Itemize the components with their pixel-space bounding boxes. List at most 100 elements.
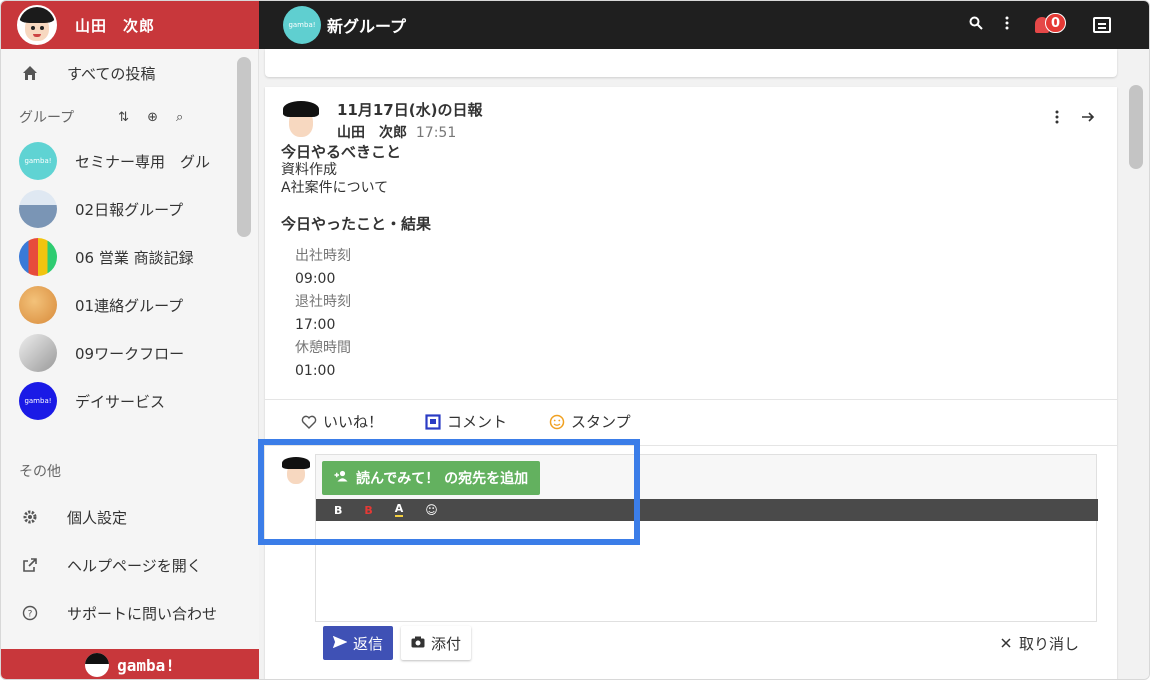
group-label: セミナー専用 グル — [75, 152, 211, 171]
notification-button[interactable]: 0 — [1031, 13, 1071, 37]
todo-line: A社案件について — [281, 180, 389, 196]
sidebar-group-item[interactable]: gamba! セミナー専用 グル — [1, 137, 259, 185]
group-label: 01連絡グループ — [75, 296, 184, 315]
sidebar-scroll-area: すべての投稿 グループ ⇅ ⊕ ⌕ gamba! セミナー専用 グル 02日報グ… — [1, 49, 259, 449]
group-title: 新グループ — [327, 17, 407, 36]
stamp-label: スタンプ — [571, 413, 631, 431]
done-heading: 今日やったこと・結果 — [281, 215, 432, 233]
reaction-bar: いいね！ コメント スタンプ — [265, 399, 1117, 443]
cancel-reply-button[interactable]: 取り消し — [1001, 626, 1079, 660]
group-icon: gamba! — [19, 142, 57, 180]
highlight-button[interactable]: A — [394, 503, 404, 517]
reply-editor: 読んでみて！ の宛先を追加 B B A ☺ — [315, 454, 1098, 622]
sidebar-footer-brand: gamba! — [1, 649, 259, 679]
stamp-button[interactable]: スタンプ — [549, 411, 631, 432]
attach-label: 添付 — [431, 634, 462, 653]
external-link-icon — [19, 554, 41, 576]
post-card: 11月17日(水)の日報 山田 次郎 17:51 今日やるべきこと 資料作成 A… — [265, 87, 1117, 679]
help-circle-icon: ? — [19, 602, 41, 624]
search-icon[interactable] — [969, 16, 983, 34]
sidebar-item-help-page[interactable]: ヘルプページを開く — [1, 541, 259, 589]
field-label: 出社時刻 — [295, 248, 351, 264]
post-author-avatar[interactable] — [281, 99, 321, 139]
post-menu-icon[interactable] — [1055, 109, 1059, 128]
post-author-name: 山田 次郎 — [337, 125, 407, 141]
add-group-icon[interactable]: ⊕ — [147, 110, 158, 125]
send-reply-button[interactable]: 返信 — [323, 626, 394, 660]
reply-area: 読んでみて！ の宛先を追加 B B A ☺ 返信 添付 取り消し — [265, 445, 1117, 679]
other-section: その他 個人設定 ヘルプページを開く ? サポートに問い合わせ — [1, 449, 259, 649]
group-label: 02日報グループ — [75, 200, 184, 219]
groups-section-header: グループ ⇅ ⊕ ⌕ — [1, 97, 259, 137]
sidebar-item-all-posts[interactable]: すべての投稿 — [1, 49, 259, 97]
attach-button[interactable]: 添付 — [401, 626, 472, 660]
user-name: 山田 次郎 — [75, 16, 156, 35]
field-label: 休憩時間 — [295, 340, 351, 356]
smiley-icon — [549, 414, 565, 430]
format-toolbar: B B A ☺ — [316, 499, 1098, 521]
top-bar: gamba! 新グループ 0 — [259, 1, 1149, 49]
main-scrollbar[interactable] — [1129, 85, 1143, 169]
sidebar-item-label: すべての投稿 — [67, 64, 156, 83]
group-icon — [19, 190, 57, 228]
more-vertical-icon[interactable] — [1005, 16, 1009, 34]
heart-icon — [301, 414, 317, 430]
comment-icon — [425, 413, 441, 430]
post-title: 11月17日(水)の日報 — [337, 101, 483, 119]
reply-user-avatar — [281, 456, 311, 486]
group-icon — [19, 286, 57, 324]
comment-label: コメント — [447, 413, 508, 431]
search-group-icon[interactable]: ⌕ — [176, 110, 183, 125]
sidebar-group-item[interactable]: 09ワークフロー — [1, 329, 259, 377]
post-author: 山田 次郎 17:51 — [337, 122, 482, 142]
bold-button[interactable]: B — [334, 504, 342, 517]
sidebar-scrollbar[interactable] — [237, 57, 251, 237]
emoji-button[interactable]: ☺ — [425, 503, 438, 517]
close-icon — [1001, 634, 1011, 652]
post-time: 17:51 — [415, 125, 457, 141]
person-add-icon — [334, 470, 348, 486]
group-label: 06 営業 商談記録 — [75, 248, 194, 267]
sidebar-item-personal-settings[interactable]: 個人設定 — [1, 493, 259, 541]
reply-input[interactable] — [316, 521, 1096, 621]
sort-icon[interactable]: ⇅ — [118, 110, 129, 125]
svg-text:?: ? — [28, 610, 33, 620]
add-destination-button[interactable]: 読んでみて！ の宛先を追加 — [322, 461, 541, 495]
chat-icon[interactable] — [1093, 17, 1111, 33]
notification-badge: 0 — [1045, 13, 1067, 33]
comment-button[interactable]: コメント — [425, 411, 507, 432]
gear-icon — [19, 506, 41, 528]
sidebar: 山田 次郎 すべての投稿 グループ ⇅ ⊕ ⌕ gamba! セミナー専用 グル — [1, 1, 259, 679]
field-value: 09:00 — [295, 271, 336, 287]
field-value: 01:00 — [295, 363, 336, 379]
home-icon — [19, 62, 41, 84]
cancel-label: 取り消し — [1018, 634, 1079, 653]
sidebar-item-support[interactable]: ? サポートに問い合わせ — [1, 589, 259, 637]
group-label: デイサービス — [75, 392, 166, 411]
group-icon — [19, 238, 57, 276]
sidebar-item-label: ヘルプページを開く — [67, 556, 202, 575]
user-avatar — [17, 5, 57, 45]
previous-post-card — [265, 49, 1117, 77]
sidebar-group-item[interactable]: 01連絡グループ — [1, 281, 259, 329]
group-icon — [19, 334, 57, 372]
add-destination-label: 読んでみて！ の宛先を追加 — [356, 471, 529, 487]
post-body: 今日やるべきこと 資料作成 A社案件について 今日やったこと・結果 出社時刻 0… — [281, 143, 1081, 383]
sidebar-group-item[interactable]: gamba! デイサービス — [1, 377, 259, 425]
arrow-right-icon[interactable] — [1081, 109, 1095, 128]
sidebar-user-header[interactable]: 山田 次郎 — [1, 1, 259, 49]
red-bold-button[interactable]: B — [364, 504, 372, 517]
sidebar-group-item[interactable]: 06 営業 商談記録 — [1, 233, 259, 281]
sidebar-group-item[interactable]: 02日報グループ — [1, 185, 259, 233]
group-label: 09ワークフロー — [75, 344, 185, 363]
group-icon: gamba! — [19, 382, 57, 420]
app-window: 山田 次郎 すべての投稿 グループ ⇅ ⊕ ⌕ gamba! セミナー専用 グル — [0, 0, 1150, 680]
like-button[interactable]: いいね！ — [301, 411, 383, 432]
sidebar-item-label: 個人設定 — [67, 508, 128, 527]
main-content: 11月17日(水)の日報 山田 次郎 17:51 今日やるべきこと 資料作成 A… — [259, 49, 1149, 679]
camera-icon — [411, 634, 425, 652]
brand-name: gamba! — [117, 655, 175, 675]
todo-line: 資料作成 — [281, 162, 337, 178]
field-label: 退社時刻 — [295, 294, 351, 310]
sidebar-item-label: サポートに問い合わせ — [67, 604, 218, 623]
